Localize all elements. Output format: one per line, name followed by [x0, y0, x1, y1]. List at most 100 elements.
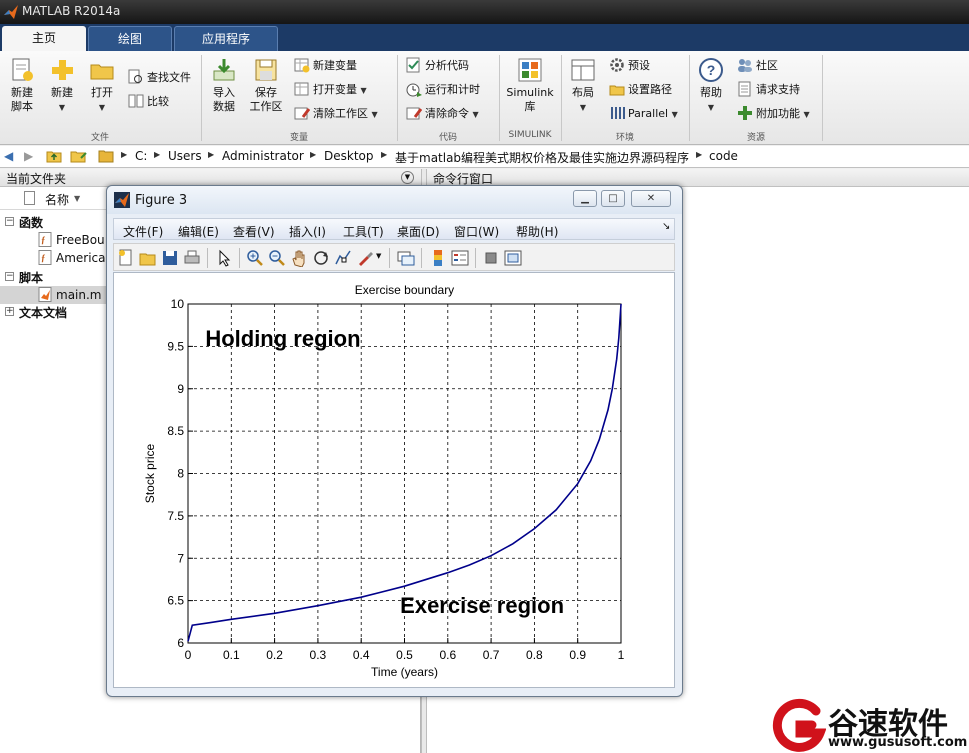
close-button[interactable]: ✕: [631, 190, 671, 207]
brush-icon[interactable]: [356, 249, 374, 267]
new-button[interactable]: 新建 ▼: [44, 57, 80, 115]
open-variable-button[interactable]: 打开变量 ▼: [294, 81, 367, 99]
brush-options-chevron-icon[interactable]: ▼: [376, 252, 381, 260]
link-plot-icon[interactable]: [397, 249, 415, 267]
open-file-icon[interactable]: [139, 249, 157, 267]
find-files-label: 查找文件: [147, 71, 191, 84]
legend-icon[interactable]: [451, 249, 469, 267]
new-figure-icon[interactable]: [117, 249, 135, 267]
open-variable-label: 打开变量: [313, 83, 357, 96]
open-label: 打开: [91, 86, 113, 99]
clear-commands-button[interactable]: 清除命令 ▼: [406, 105, 479, 123]
set-path-button[interactable]: 设置路径: [609, 81, 672, 99]
analyze-code-icon: [406, 57, 420, 73]
collapse-toggle-icon[interactable]: −: [5, 217, 14, 226]
parallel-button[interactable]: Parallel ▼: [609, 105, 678, 123]
expand-toggle-icon[interactable]: +: [5, 307, 14, 316]
pan-hand-icon[interactable]: [290, 249, 308, 267]
chevron-down-icon: ▼: [472, 110, 479, 119]
forward-arrow-icon[interactable]: ▶: [24, 149, 33, 163]
y-tick-label: 8.5: [167, 424, 184, 438]
breadcrumb-separator-icon: ▶: [696, 150, 703, 159]
tree-group-scripts[interactable]: 脚本: [19, 269, 43, 286]
menu-window[interactable]: 窗口(W): [454, 223, 499, 240]
menu-view[interactable]: 查看(V): [233, 223, 275, 240]
breadcrumb-item[interactable]: Users: [168, 149, 202, 163]
tree-item-file[interactable]: ƒ FreeBou: [38, 232, 105, 247]
addons-button[interactable]: 附加功能 ▼: [737, 105, 810, 123]
help-icon: ?: [699, 58, 723, 82]
figure-window[interactable]: Figure 3 ▁ □ ✕ 文件(F) 编辑(E) 查看(V) 插入(I) 工…: [106, 185, 683, 697]
hide-plot-tools-icon[interactable]: [482, 249, 500, 267]
clear-workspace-button[interactable]: 清除工作区 ▼: [294, 105, 378, 123]
maximize-button[interactable]: □: [601, 190, 625, 207]
save-icon[interactable]: [161, 249, 179, 267]
preferences-button[interactable]: 预设: [609, 57, 650, 75]
x-tick-label: 0.8: [526, 648, 543, 662]
show-plot-tools-icon[interactable]: [504, 249, 522, 267]
new-script-label: 新建 脚本: [11, 86, 33, 113]
new-script-button[interactable]: 新建 脚本: [4, 57, 40, 114]
breadcrumb-item[interactable]: C:: [135, 149, 147, 163]
addons-plus-icon: [738, 106, 752, 120]
import-data-button[interactable]: 导入 数据: [206, 57, 242, 114]
chevron-down-icon: ▼: [360, 86, 367, 95]
tab-plots[interactable]: 绘图: [88, 26, 172, 51]
compare-button[interactable]: 比较: [128, 93, 169, 111]
menu-help[interactable]: 帮助(H): [516, 223, 558, 240]
menubar-overflow-icon[interactable]: ↘: [662, 221, 670, 232]
new-variable-button[interactable]: 新建变量: [294, 57, 357, 75]
breadcrumb-item[interactable]: Desktop: [324, 149, 374, 163]
community-button[interactable]: 社区: [737, 57, 778, 75]
ribbon-separator: [689, 55, 690, 141]
tree-item-file[interactable]: ƒ Americar: [38, 250, 110, 265]
menu-file[interactable]: 文件(F): [123, 223, 163, 240]
simulink-library-button[interactable]: Simulink 库: [504, 57, 556, 114]
addons-label: 附加功能: [756, 107, 800, 120]
find-files-button[interactable]: 查找文件: [128, 69, 191, 87]
layout-button[interactable]: 布局 ▼: [566, 57, 600, 115]
group-label-environment: 环境: [615, 133, 634, 143]
collapse-toggle-icon[interactable]: −: [5, 272, 14, 281]
tree-group-text-documents[interactable]: 文本文档: [19, 304, 67, 321]
minimize-button[interactable]: ▁: [573, 190, 597, 207]
tab-apps[interactable]: 应用程序: [174, 26, 278, 51]
simulink-library-icon: [518, 58, 542, 82]
colorbar-icon[interactable]: [429, 249, 447, 267]
tree-group-functions[interactable]: 函数: [19, 214, 43, 231]
data-cursor-icon[interactable]: [334, 249, 352, 267]
zoom-in-icon[interactable]: [246, 249, 264, 267]
ribbon-separator: [397, 55, 398, 141]
clear-commands-icon: [406, 107, 422, 120]
gusu-watermark: 谷速软件 www.gususoft.com: [766, 697, 969, 753]
browse-folder-icon[interactable]: [70, 149, 88, 166]
ribbon-toolstrip: 新建 脚本 新建 ▼ 打开 ▼ 查找文件 比较 文件 导入 数据 保存 工作区 新建…: [0, 51, 969, 145]
preferences-label: 预设: [628, 59, 650, 72]
up-folder-icon[interactable]: [46, 149, 62, 166]
analyze-code-button[interactable]: 分析代码: [406, 57, 469, 75]
breadcrumb-item[interactable]: Administrator: [222, 149, 304, 163]
run-and-time-button[interactable]: 运行和计时: [406, 81, 480, 99]
tab-home[interactable]: 主页: [2, 26, 86, 51]
breadcrumb-item[interactable]: 基于matlab编程美式期权价格及最佳实施边界源码程序: [395, 149, 689, 166]
menu-edit[interactable]: 编辑(E): [178, 223, 219, 240]
figure-titlebar[interactable]: Figure 3 ▁ □ ✕: [107, 186, 682, 214]
panel-menu-chevron-icon[interactable]: ▼: [401, 171, 414, 184]
matlab-logo-icon: [4, 5, 18, 19]
tree-item-file-main[interactable]: main.m: [38, 287, 102, 302]
menu-insert[interactable]: 插入(I): [289, 223, 326, 240]
help-button[interactable]: ? 帮助 ▼: [694, 57, 728, 115]
breadcrumb-item[interactable]: code: [709, 149, 738, 163]
menu-desktop[interactable]: 桌面(D): [397, 223, 440, 240]
print-icon[interactable]: [183, 249, 201, 267]
zoom-out-icon[interactable]: [268, 249, 286, 267]
gear-icon: [610, 58, 624, 72]
save-workspace-button[interactable]: 保存 工作区: [246, 57, 286, 114]
back-arrow-icon[interactable]: ◀: [4, 149, 13, 163]
pointer-icon[interactable]: [215, 249, 233, 267]
open-button[interactable]: 打开 ▼: [84, 57, 120, 115]
x-tick-label: 0.3: [310, 648, 327, 662]
request-support-button[interactable]: 请求支持: [737, 81, 800, 99]
menu-tools[interactable]: 工具(T): [343, 223, 384, 240]
rotate-3d-icon[interactable]: [312, 249, 330, 267]
